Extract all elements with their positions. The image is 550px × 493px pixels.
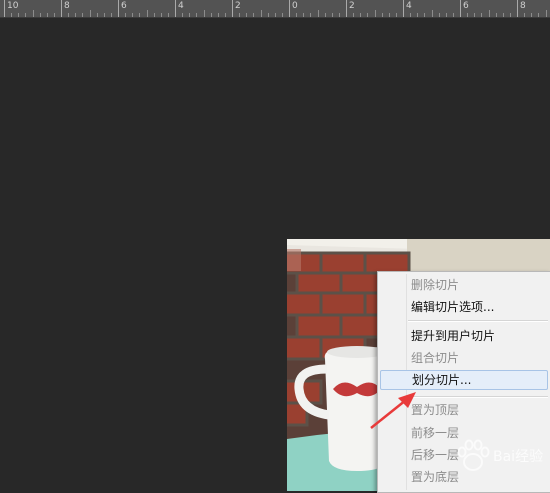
ruler-minor-tick	[432, 10, 433, 17]
ruler-minor-tick	[168, 13, 169, 17]
ruler-minor-tick	[253, 13, 254, 17]
ruler-minor-tick	[11, 13, 12, 17]
ruler-minor-tick	[303, 13, 304, 17]
ruler-tick	[4, 0, 5, 17]
ruler-minor-tick	[474, 13, 475, 17]
ruler-minor-tick	[25, 13, 26, 17]
ruler-label: 2	[349, 1, 355, 11]
ruler-label: 10	[7, 1, 19, 11]
ruler-minor-tick	[261, 10, 262, 17]
ruler-minor-tick	[139, 13, 140, 17]
ruler-minor-tick	[410, 13, 411, 17]
ruler-minor-tick	[325, 13, 326, 17]
ruler-minor-tick	[196, 13, 197, 17]
ruler-minor-tick	[75, 13, 76, 17]
ruler-minor-tick	[524, 13, 525, 17]
ruler-minor-tick	[90, 10, 91, 17]
menu-item-combine-slices[interactable]: 组合切片	[380, 348, 548, 368]
menu-separator	[408, 396, 548, 398]
ruler-tick	[289, 0, 290, 17]
ruler-minor-tick	[310, 13, 311, 17]
ruler-minor-tick	[161, 13, 162, 17]
ruler-minor-tick	[225, 13, 226, 17]
ruler-minor-tick	[154, 13, 155, 17]
ruler-minor-tick	[481, 13, 482, 17]
baidu-paw-logo	[457, 439, 490, 471]
ruler-minor-tick	[211, 13, 212, 17]
ruler-minor-tick	[47, 13, 48, 17]
ruler-minor-tick	[332, 13, 333, 17]
ruler-minor-tick	[453, 13, 454, 17]
ruler-tick	[517, 0, 518, 17]
ruler-label: 4	[178, 1, 184, 11]
ruler-minor-tick	[531, 13, 532, 17]
ruler-minor-tick	[510, 13, 511, 17]
ruler-minor-tick	[246, 13, 247, 17]
ruler-minor-tick	[275, 13, 276, 17]
ruler-minor-tick	[424, 13, 425, 17]
ruler-tick	[460, 0, 461, 17]
ruler-minor-tick	[125, 13, 126, 17]
ruler-minor-tick	[339, 13, 340, 17]
ruler-minor-tick	[503, 13, 504, 17]
ruler-minor-tick	[82, 13, 83, 17]
ruler-minor-tick	[417, 13, 418, 17]
ruler-minor-tick	[439, 13, 440, 17]
ruler-minor-tick	[132, 13, 133, 17]
ruler-tick	[61, 0, 62, 17]
ruler-minor-tick	[40, 13, 41, 17]
ruler-minor-tick	[111, 13, 112, 17]
ruler-minor-tick	[318, 10, 319, 17]
ruler-minor-tick	[18, 13, 19, 17]
ruler-tick	[232, 0, 233, 17]
red-arrow-annotation	[370, 392, 416, 429]
ruler-tick	[175, 0, 176, 17]
ruler-label: 4	[406, 1, 412, 11]
ruler-minor-tick	[367, 13, 368, 17]
ruler-minor-tick	[382, 13, 383, 17]
ruler-tick	[403, 0, 404, 17]
baidu-watermark: Bai经验	[453, 438, 547, 474]
ruler-minor-tick	[467, 13, 468, 17]
ruler-minor-tick	[204, 10, 205, 17]
ruler-minor-tick	[360, 13, 361, 17]
ruler-minor-tick	[496, 13, 497, 17]
ruler-minor-tick	[375, 10, 376, 17]
ruler-label: 2	[235, 1, 241, 11]
ruler-minor-tick	[446, 13, 447, 17]
ruler-minor-tick	[189, 13, 190, 17]
ruler-minor-tick	[489, 10, 490, 17]
ruler-minor-tick	[239, 13, 240, 17]
ruler-label: 8	[64, 1, 70, 11]
ruler-label: 8	[520, 1, 526, 11]
ruler-minor-tick	[296, 13, 297, 17]
menu-item-promote-to-user-slice[interactable]: 提升到用户切片	[380, 326, 548, 346]
ruler-minor-tick	[396, 13, 397, 17]
ruler-minor-tick	[353, 13, 354, 17]
ruler-label: 6	[463, 1, 469, 11]
ruler-minor-tick	[104, 13, 105, 17]
menu-item-edit-slice-options[interactable]: 编辑切片选项...	[380, 297, 548, 317]
ruler-minor-tick	[538, 13, 539, 17]
menu-item-divide-slice[interactable]: 划分切片...	[380, 370, 548, 390]
menu-item-delete-slice[interactable]: 删除切片	[380, 275, 548, 295]
ruler-label: 0	[292, 1, 298, 11]
ruler-minor-tick	[68, 13, 69, 17]
ruler-minor-tick	[182, 13, 183, 17]
ruler-tick	[118, 0, 119, 17]
ruler-minor-tick	[389, 13, 390, 17]
ruler-minor-tick	[97, 13, 98, 17]
ruler-minor-tick	[54, 13, 55, 17]
ruler-minor-tick	[282, 13, 283, 17]
ruler-minor-tick	[33, 10, 34, 17]
horizontal-ruler[interactable]: 10 8 6 4 2 0 2 4 6 8	[0, 0, 550, 18]
ruler-tick	[346, 0, 347, 17]
ruler-label: 6	[121, 1, 127, 11]
ruler-minor-tick	[546, 10, 547, 17]
ruler-minor-tick	[147, 10, 148, 17]
watermark-text: Bai经验	[493, 449, 544, 465]
ruler-minor-tick	[268, 13, 269, 17]
ruler-minor-tick	[218, 13, 219, 17]
menu-separator	[408, 320, 548, 322]
